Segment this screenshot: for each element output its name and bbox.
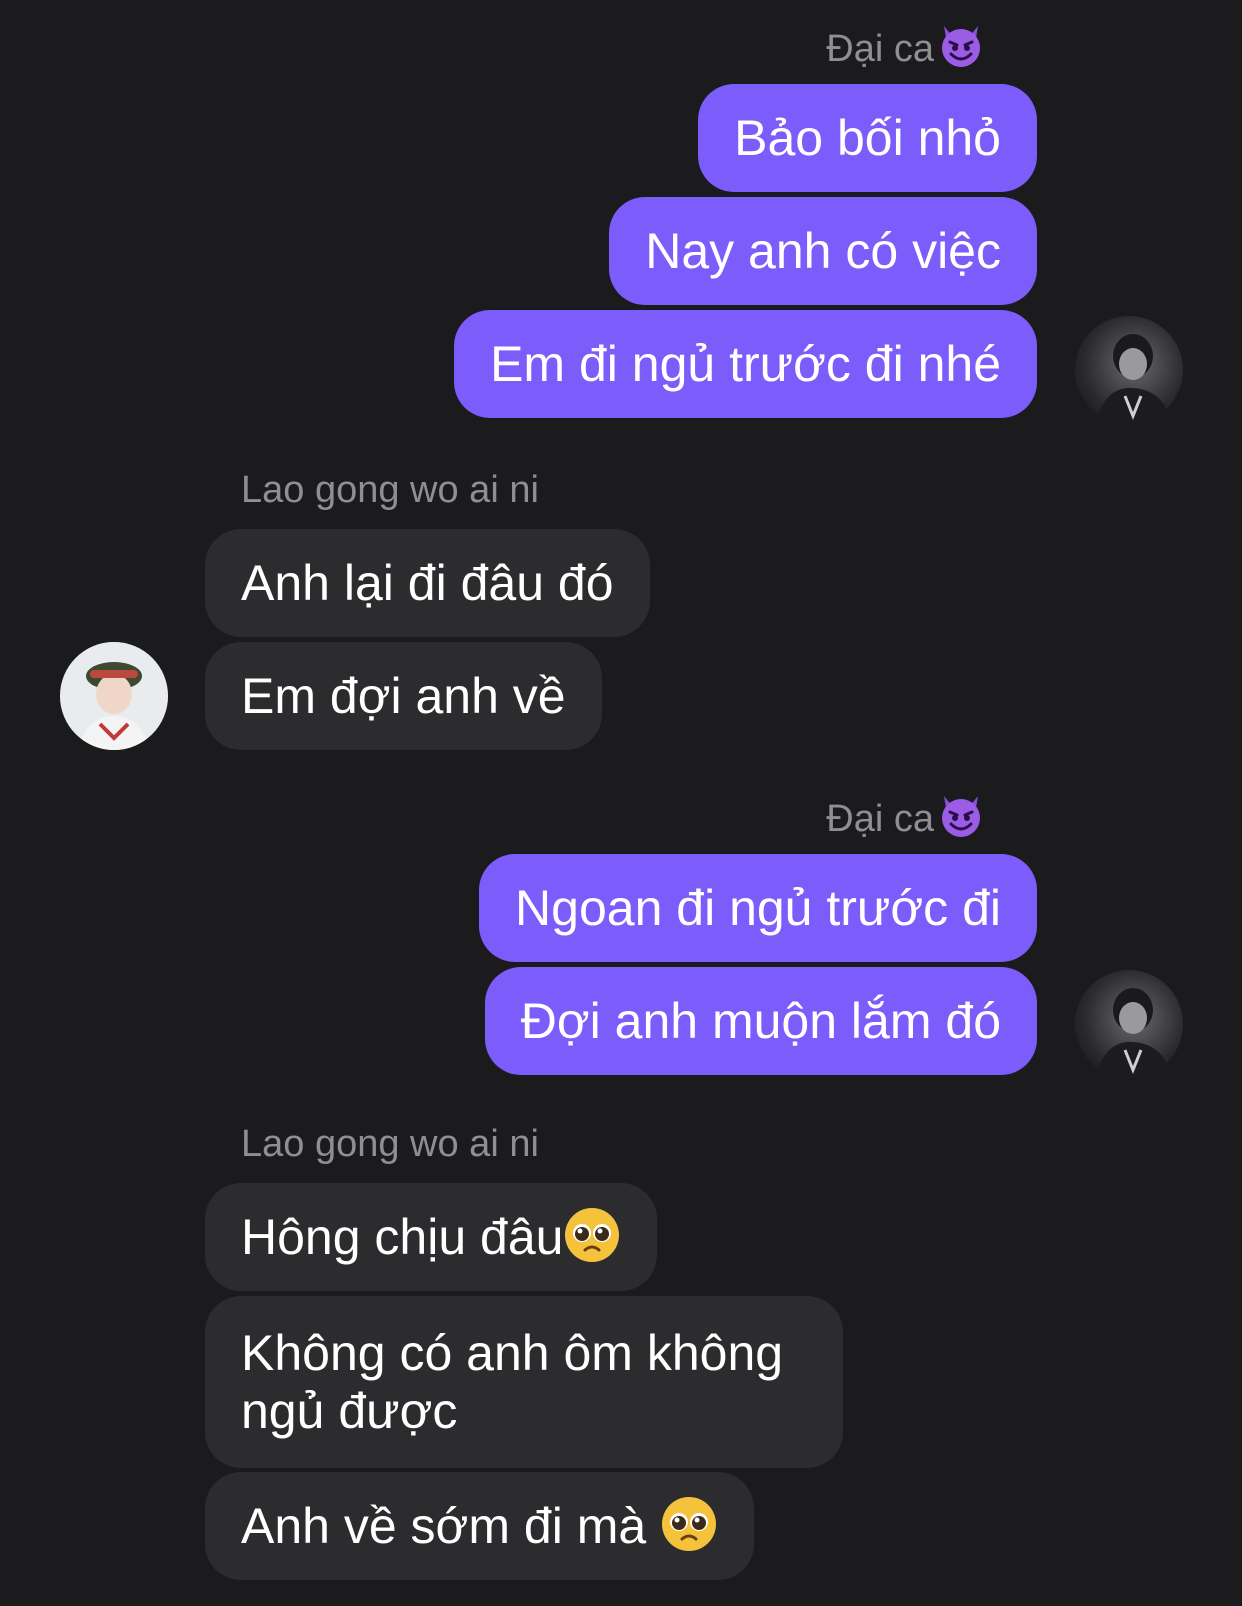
sender-avatar[interactable] (1075, 316, 1183, 424)
incoming-message-bubble[interactable]: Anh về sớm đi mà (205, 1472, 755, 1580)
smiling-devil-emoji-icon (942, 26, 980, 67)
incoming-message-bubble[interactable]: Em đợi anh về (205, 642, 602, 750)
outgoing-message-bubble[interactable]: Bảo bối nhỏ (698, 84, 1037, 192)
outgoing-message-bubble[interactable]: Đợi anh muộn lắm đó (484, 967, 1037, 1075)
sender-avatar[interactable] (1075, 970, 1183, 1078)
pleading-face-emoji-icon (565, 1208, 620, 1262)
pleading-face-emoji-icon (662, 1497, 717, 1551)
incoming-message-bubble[interactable]: Không có anh ôm không ngủ được (205, 1296, 843, 1468)
outgoing-message-bubble[interactable]: Em đi ngủ trước đi nhé (454, 310, 1037, 418)
incoming-message-bubble[interactable]: Anh lại đi đâu đó (205, 529, 650, 637)
outgoing-message-bubble[interactable]: Ngoan đi ngủ trước đi (479, 854, 1037, 962)
smiling-devil-emoji-icon (942, 796, 980, 837)
avatar-image (60, 642, 168, 750)
contact-avatar[interactable] (60, 642, 168, 750)
avatar-image (1095, 334, 1171, 424)
avatar-image (1095, 988, 1171, 1078)
sender-name: Đại ca (826, 790, 986, 843)
outgoing-message-bubble[interactable]: Nay anh có việc (609, 197, 1037, 305)
incoming-message-bubble[interactable]: Hông chịu đâu (205, 1183, 658, 1291)
sender-name: Lao gong wo ai ni (241, 1123, 539, 1165)
sender-name: Đại ca (826, 20, 986, 73)
sender-name: Lao gong wo ai ni (241, 469, 539, 511)
